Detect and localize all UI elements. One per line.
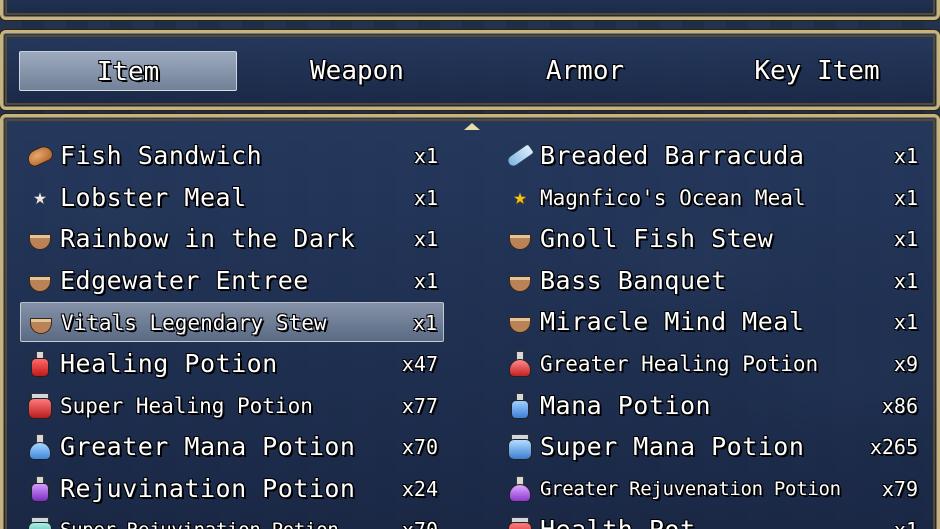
scroll-up-arrow-icon[interactable] <box>464 123 480 130</box>
tab-weapon[interactable]: Weapon <box>243 51 471 91</box>
item-row[interactable]: Mana Potion x86 <box>500 386 924 426</box>
item-row[interactable]: Greater Mana Potion x70 <box>20 427 444 467</box>
item-row[interactable]: Super Mana Potion x265 <box>500 427 924 467</box>
item-name: Bass Banquet <box>540 265 727 295</box>
item-quantity: x70 <box>402 510 438 529</box>
item-row[interactable]: Miracle Mind Meal x1 <box>500 302 924 342</box>
item-quantity: x86 <box>881 393 918 418</box>
item-quantity: x265 <box>869 435 918 460</box>
item-quantity: x77 <box>401 393 438 418</box>
item-quantity: x1 <box>413 268 438 293</box>
item-name: Health Pot <box>540 510 696 529</box>
stew-bowl-icon <box>506 308 534 336</box>
purple-potion-icon <box>26 475 54 503</box>
help-window <box>0 0 940 20</box>
fish-icon <box>506 142 534 170</box>
item-quantity: x1 <box>413 185 438 210</box>
item-name: Super Rejuvination Potion <box>60 510 339 529</box>
item-name: Miracle Mind Meal <box>540 307 805 337</box>
item-quantity: x47 <box>401 352 438 376</box>
item-name: Fish Sandwich <box>60 141 263 170</box>
blue-potion-icon <box>506 392 534 420</box>
item-list-window: Fish Sandwich x1 ★ Lobster Meal x1 Rainbow in… <box>0 114 940 529</box>
teal-jar-icon <box>26 516 54 529</box>
item-name: Lobster Meal <box>60 182 247 212</box>
item-row[interactable]: Vitals Legendary Stew x1 <box>20 302 444 343</box>
item-row[interactable]: Gnoll Fish Stew x1 <box>500 219 924 259</box>
stew-bowl-icon <box>26 267 54 295</box>
item-name: Magnfico's Ocean Meal <box>540 185 806 210</box>
item-quantity: x1 <box>893 268 918 293</box>
red-jar-icon <box>506 516 534 529</box>
item-name: Greater Rejuvenation Potion <box>540 477 841 500</box>
item-row[interactable]: ★ Lobster Meal x1 <box>20 178 444 218</box>
item-name: Edgewater Entree <box>60 265 309 295</box>
item-name: Breaded Barracuda <box>540 141 805 170</box>
item-row[interactable]: Greater Rejuvenation Potion x79 <box>500 469 924 509</box>
stew-bowl-icon <box>506 225 534 253</box>
item-name: Rejuvination Potion <box>60 473 356 503</box>
red-flask-icon <box>506 350 534 378</box>
item-quantity: x1 <box>893 144 918 168</box>
item-name: Super Healing Potion <box>60 393 313 418</box>
item-quantity: x24 <box>401 476 438 501</box>
tab-armor[interactable]: Armor <box>471 51 699 91</box>
blue-jar-icon <box>506 433 534 461</box>
red-potion-icon <box>26 350 54 378</box>
item-quantity: x79 <box>881 476 918 501</box>
white-star-icon: ★ <box>33 184 47 210</box>
item-row[interactable]: Health Pot x1 <box>500 510 924 529</box>
item-quantity: x1 <box>412 311 437 336</box>
item-name: Mana Potion <box>540 390 712 420</box>
item-row[interactable]: Rainbow in the Dark x1 <box>20 219 444 259</box>
item-row[interactable]: Edgewater Entree x1 <box>20 261 444 301</box>
sandwich-icon <box>26 142 54 170</box>
gold-star-icon: ★ <box>513 184 527 210</box>
item-name: Rainbow in the Dark <box>60 224 356 254</box>
item-row[interactable]: Greater Healing Potion x9 <box>500 344 924 384</box>
item-row[interactable]: Fish Sandwich x1 <box>20 136 444 176</box>
item-row[interactable]: Super Healing Potion x77 <box>20 386 444 426</box>
item-row[interactable]: Healing Potion x47 <box>20 344 444 384</box>
item-quantity: x9 <box>893 352 918 376</box>
item-name: Greater Healing Potion <box>540 352 819 376</box>
item-row[interactable]: Bass Banquet x1 <box>500 261 924 301</box>
item-name: Vitals Legendary Stew <box>61 311 327 336</box>
item-quantity: x1 <box>893 310 918 335</box>
item-name: Greater Mana Potion <box>60 432 356 462</box>
item-name: Gnoll Fish Stew <box>540 224 774 254</box>
category-window: Item Weapon Armor Key Item <box>0 30 940 110</box>
blue-flask-icon <box>26 433 54 461</box>
tab-item[interactable]: Item <box>19 51 237 91</box>
tab-key-item[interactable]: Key Item <box>703 51 931 91</box>
purple-flask-icon <box>506 475 534 503</box>
item-name: Super Mana Potion <box>540 432 805 462</box>
red-jar-icon <box>26 392 54 420</box>
stew-bowl-icon <box>506 267 534 295</box>
item-quantity: x70 <box>401 435 438 460</box>
stew-bowl-icon <box>27 309 55 337</box>
item-row[interactable]: Rejuvination Potion x24 <box>20 469 444 509</box>
item-quantity: x1 <box>894 510 918 529</box>
stew-bowl-icon <box>26 225 54 253</box>
item-row[interactable]: Super Rejuvination Potion x70 <box>20 510 444 529</box>
game-screen: Item Weapon Armor Key Item Fish Sandwich… <box>0 0 940 529</box>
item-row[interactable]: ★ Magnfico's Ocean Meal x1 <box>500 178 924 218</box>
item-quantity: x1 <box>893 185 918 210</box>
item-quantity: x1 <box>893 227 918 252</box>
item-quantity: x1 <box>413 144 438 168</box>
item-row[interactable]: Breaded Barracuda x1 <box>500 136 924 176</box>
item-name: Healing Potion <box>60 349 278 378</box>
item-quantity: x1 <box>413 227 438 252</box>
